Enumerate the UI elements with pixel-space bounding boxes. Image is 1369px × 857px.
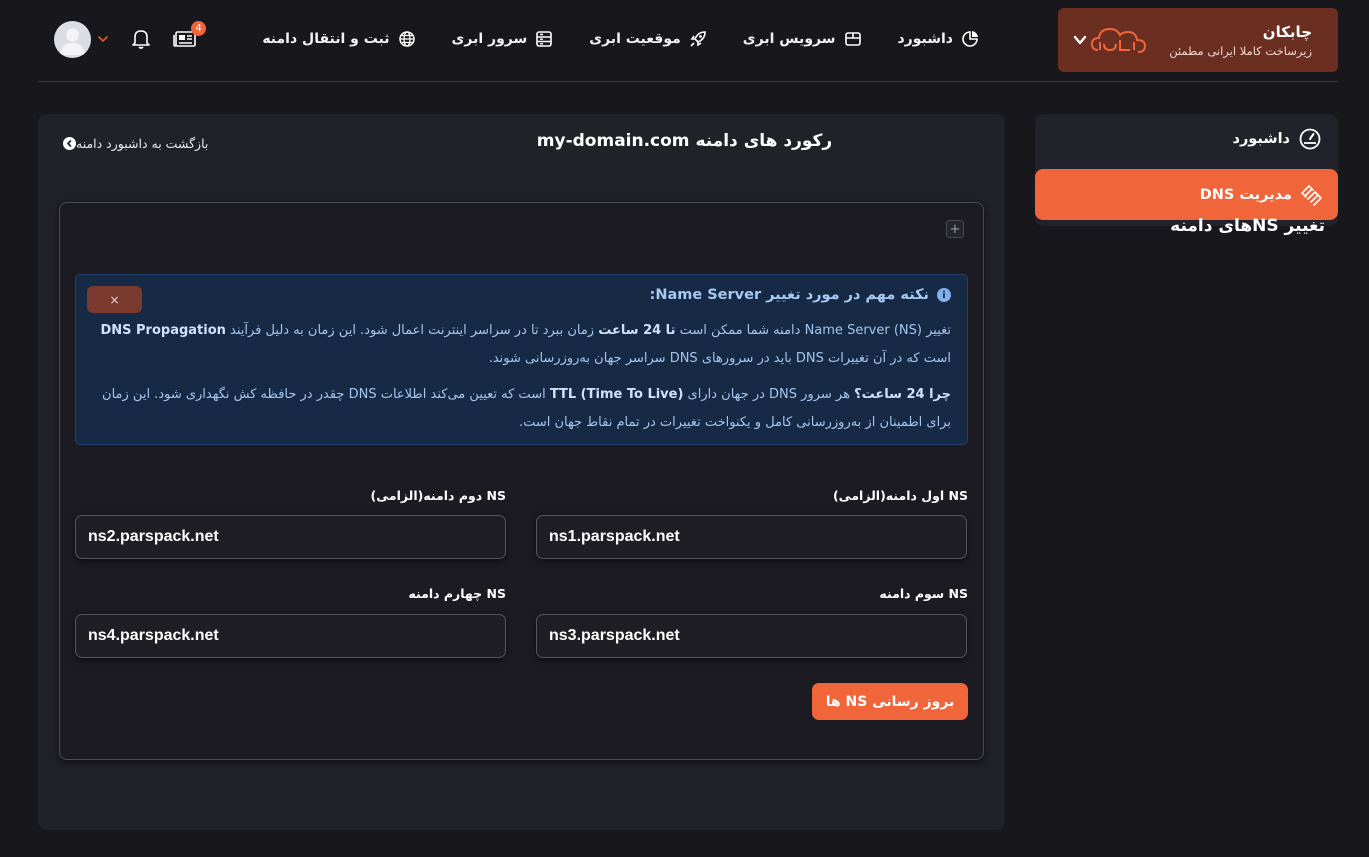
user-icon	[60, 28, 85, 55]
brand-switcher[interactable]: چابکان زیرساخت کاملا ایرانی مطمئن	[1058, 8, 1338, 72]
server-icon	[536, 31, 553, 47]
brand-title: چابکان	[1262, 22, 1312, 41]
brand-subtitle: زیرساخت کاملا ایرانی مطمئن	[1169, 43, 1312, 58]
nav-cloud-position[interactable]: موقعیت ابری	[589, 30, 707, 48]
sidebar-item-label: مدیریت DNS	[1199, 186, 1292, 203]
info-alert: i نکته مهم در مورد تغییر Name Server: تغ…	[75, 274, 968, 445]
nav-cloud-server[interactable]: سرور ابری	[452, 30, 554, 48]
top-bar: چابکان زیرساخت کاملا ایرانی مطمئن داشبور…	[0, 0, 1369, 82]
card-title: تغییر NSهای دامنه	[1170, 216, 1325, 236]
ns1-input[interactable]	[537, 516, 966, 558]
ns3-input[interactable]	[537, 615, 966, 657]
ns2-input[interactable]	[76, 516, 505, 558]
nav-cloud-position-label: موقعیت ابری	[589, 31, 681, 47]
package-icon	[844, 32, 861, 46]
newspaper-icon[interactable]: 4	[173, 21, 206, 50]
notification-badge: 4	[191, 21, 206, 36]
rocket-icon	[690, 31, 706, 47]
dns-icon	[1301, 184, 1322, 206]
nav-cloud-server-label: سرور ابری	[451, 31, 528, 47]
info-icon: i	[937, 288, 951, 302]
chevron-down-icon[interactable]	[97, 33, 109, 45]
main-nav: داشبورد سرویس ابری موقعیت ابری سرور ابری…	[262, 26, 979, 52]
nav-domain-register-label: ثبت و انتقال دامنه	[262, 31, 390, 47]
bell-icon[interactable]	[131, 28, 153, 50]
ns3-label: NS سوم دامنه	[879, 586, 968, 601]
globe-icon	[398, 31, 415, 47]
ns2-label: NS دوم دامنه(الزامی)	[370, 488, 507, 503]
nav-dashboard[interactable]: داشبورد	[898, 30, 980, 48]
alert-paragraph-2: چرا 24 ساعت؟ هر سرور DNS در جهان دارای T…	[102, 387, 951, 430]
back-to-domain-dashboard-link[interactable]: بازگشت به داشبورد دامنه	[58, 136, 208, 151]
header-actions: 4	[54, 20, 206, 58]
ns1-field[interactable]	[536, 515, 967, 559]
alert-close-button[interactable]: ×	[87, 286, 142, 313]
chabokan-cloud-logo-icon	[1090, 20, 1160, 60]
sidebar-item-dns[interactable]: مدیریت DNS	[1035, 169, 1338, 220]
nav-dashboard-label: داشبورد	[897, 31, 954, 47]
collapse-toggle-icon[interactable]: +	[946, 220, 964, 238]
chevron-down-icon	[1070, 30, 1090, 50]
alert-paragraph-1: تغییر Name Server (NS) دامنه شما ممکن اس…	[100, 323, 951, 366]
nav-cloud-service[interactable]: سرویس ابری	[743, 30, 862, 48]
pie-chart-icon	[962, 31, 978, 47]
ns4-label: NS چهارم دامنه	[408, 586, 506, 601]
ns3-field[interactable]	[536, 614, 967, 658]
nav-domain-register[interactable]: ثبت و انتقال دامنه	[262, 30, 415, 48]
update-ns-button[interactable]: بروز رسانی NS ها	[812, 683, 968, 720]
back-link-label: بازگشت به داشبورد دامنه	[76, 136, 209, 151]
ns4-input[interactable]	[76, 615, 505, 657]
nav-cloud-service-label: سرویس ابری	[742, 31, 836, 47]
ns1-label: NS اول دامنه(الزامی)	[832, 488, 968, 503]
ns4-field[interactable]	[75, 614, 506, 658]
chevron-left-circle-icon	[63, 137, 76, 150]
top-divider	[38, 81, 1338, 82]
ns2-field[interactable]	[75, 515, 506, 559]
alert-heading: نکته مهم در مورد تغییر Name Server:	[649, 287, 929, 303]
avatar[interactable]	[54, 20, 91, 58]
